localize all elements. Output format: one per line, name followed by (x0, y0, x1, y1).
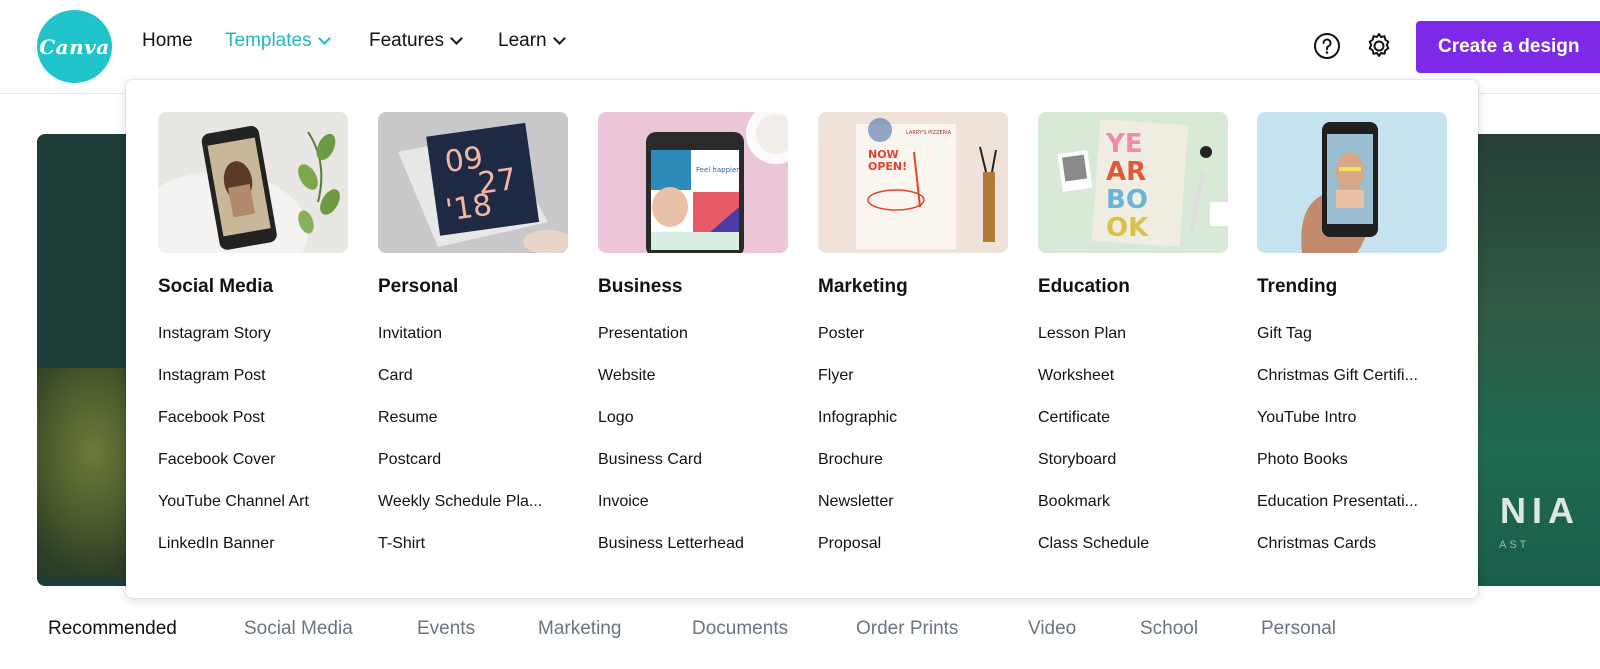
template-link[interactable]: Instagram Post (158, 366, 348, 408)
yearbook-text-3: BO (1106, 185, 1148, 215)
template-link[interactable]: Education Presentati... (1257, 492, 1447, 534)
category-title[interactable]: Social Media (158, 276, 273, 298)
template-link[interactable]: Business Letterhead (598, 534, 788, 576)
category-tab-personal[interactable]: Personal (1261, 618, 1336, 640)
template-link[interactable]: Worksheet (1038, 366, 1228, 408)
category-tab-recommended[interactable]: Recommended (48, 618, 177, 640)
chevron-down-icon (317, 32, 331, 45)
yearbook-text-2: AR (1106, 157, 1146, 187)
template-list: Gift Tag Christmas Gift Certifi... YouTu… (1257, 324, 1447, 576)
template-link[interactable]: Facebook Post (158, 408, 348, 450)
template-list: Invitation Card Resume Postcard Weekly S… (378, 324, 568, 576)
template-link[interactable]: Christmas Gift Certifi... (1257, 366, 1447, 408)
template-link[interactable]: Newsletter (818, 492, 1008, 534)
social-media-thumbnail[interactable] (158, 112, 348, 253)
template-list: Presentation Website Logo Business Card … (598, 324, 788, 576)
template-link[interactable]: Photo Books (1257, 450, 1447, 492)
template-link[interactable]: Invoice (598, 492, 788, 534)
yearbook-text-1: YE (1105, 129, 1143, 159)
personal-thumbnail[interactable]: 09 27 '18 (378, 112, 568, 253)
business-thumbnail[interactable]: Feel happier. (598, 112, 788, 253)
templates-dropdown: Social Media Instagram Story Instagram P… (126, 80, 1478, 598)
category-title[interactable]: Trending (1257, 276, 1337, 298)
template-link[interactable]: Lesson Plan (1038, 324, 1228, 366)
nav-templates-label: Templates (225, 30, 312, 51)
category-tab-documents[interactable]: Documents (692, 618, 788, 640)
hero-title: NIA (1500, 490, 1580, 531)
template-link[interactable]: Storyboard (1038, 450, 1228, 492)
template-link[interactable]: Certificate (1038, 408, 1228, 450)
marketing-headline-open: OPEN! (868, 160, 907, 173)
template-link[interactable]: Facebook Cover (158, 450, 348, 492)
template-link[interactable]: Brochure (818, 450, 1008, 492)
template-link[interactable]: Logo (598, 408, 788, 450)
template-link[interactable]: Gift Tag (1257, 324, 1447, 366)
help-icon[interactable] (1312, 31, 1342, 61)
template-link[interactable]: Class Schedule (1038, 534, 1228, 576)
yearbook-text-4: OK (1106, 213, 1149, 243)
nav-templates[interactable]: Templates (225, 30, 331, 52)
create-design-button[interactable]: Create a design (1416, 21, 1600, 73)
template-link[interactable]: Resume (378, 408, 568, 450)
logo-text: Canva (39, 34, 110, 59)
nav-learn-label: Learn (498, 30, 547, 51)
chevron-down-icon (450, 32, 463, 45)
template-link[interactable]: Weekly Schedule Pla... (378, 492, 568, 534)
category-tab-order-prints[interactable]: Order Prints (856, 618, 958, 640)
category-tab-video[interactable]: Video (1028, 618, 1076, 640)
template-link[interactable]: Business Card (598, 450, 788, 492)
category-title[interactable]: Marketing (818, 276, 908, 298)
chevron-down-icon (552, 32, 566, 45)
template-link[interactable]: Flyer (818, 366, 1008, 408)
template-link[interactable]: Card (378, 366, 568, 408)
nav-features-label: Features (369, 30, 444, 51)
category-tab-social-media[interactable]: Social Media (244, 618, 353, 640)
template-link[interactable]: LinkedIn Banner (158, 534, 348, 576)
category-title[interactable]: Education (1038, 276, 1130, 298)
template-link[interactable]: Proposal (818, 534, 1008, 576)
category-tab-marketing[interactable]: Marketing (538, 618, 621, 640)
personal-date-year: '18 (443, 187, 494, 228)
nav-features[interactable]: Features (369, 30, 463, 52)
nav-home[interactable]: Home (142, 30, 193, 52)
template-list: Lesson Plan Worksheet Certificate Storyb… (1038, 324, 1228, 576)
template-link[interactable]: Instagram Story (158, 324, 348, 366)
education-thumbnail[interactable]: YE AR BO OK (1038, 112, 1228, 253)
template-link[interactable]: Bookmark (1038, 492, 1228, 534)
template-list: Instagram Story Instagram Post Facebook … (158, 324, 348, 576)
settings-icon[interactable] (1364, 31, 1394, 61)
template-link[interactable]: Poster (818, 324, 1008, 366)
nav-home-label: Home (142, 30, 193, 51)
trending-thumbnail[interactable] (1257, 112, 1447, 253)
category-tab-school[interactable]: School (1140, 618, 1198, 640)
marketing-brand: LARRY'S PIZZERIA (906, 130, 952, 136)
category-tab-bar: Recommended Social Media Events Marketin… (48, 618, 1588, 648)
template-link[interactable]: Website (598, 366, 788, 408)
category-title[interactable]: Business (598, 276, 682, 298)
template-link[interactable]: YouTube Intro (1257, 408, 1447, 450)
hero-subtitle: AST (1499, 539, 1530, 551)
nav-learn[interactable]: Learn (498, 30, 566, 52)
marketing-thumbnail[interactable]: LARRY'S PIZZERIA NOW OPEN! (818, 112, 1008, 253)
canva-logo[interactable]: Canva (37, 10, 112, 83)
template-link[interactable]: YouTube Channel Art (158, 492, 348, 534)
template-link[interactable]: Presentation (598, 324, 788, 366)
category-tab-events[interactable]: Events (417, 618, 475, 640)
template-list: Poster Flyer Infographic Brochure Newsle… (818, 324, 1008, 576)
template-link[interactable]: Postcard (378, 450, 568, 492)
template-link[interactable]: Christmas Cards (1257, 534, 1447, 576)
template-link[interactable]: T-Shirt (378, 534, 568, 576)
business-phone-text: Feel happier. (696, 166, 741, 174)
template-link[interactable]: Infographic (818, 408, 1008, 450)
template-link[interactable]: Invitation (378, 324, 568, 366)
category-title[interactable]: Personal (378, 276, 458, 298)
